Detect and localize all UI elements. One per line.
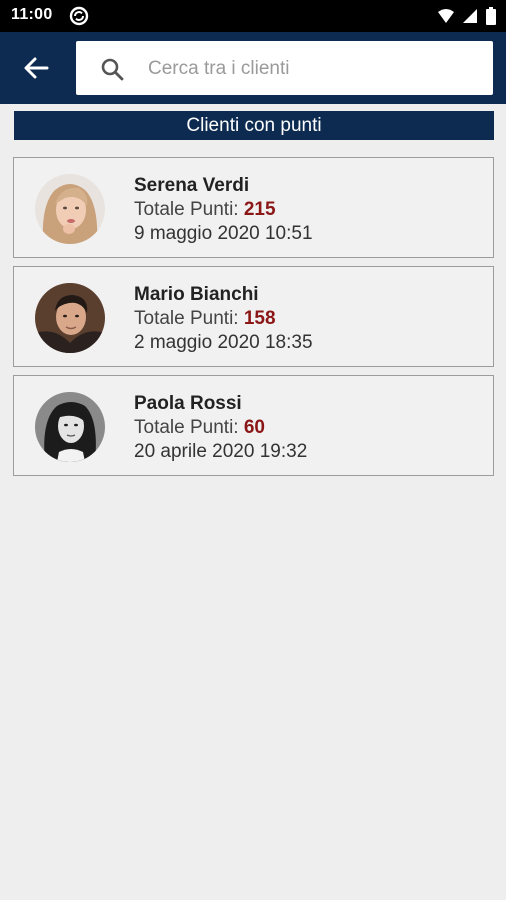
avatar-photo bbox=[35, 392, 105, 462]
search-input[interactable] bbox=[146, 49, 480, 89]
avatar-photo bbox=[35, 283, 105, 353]
status-bar: 11:00 bbox=[0, 0, 506, 32]
client-info: Mario Bianchi Totale Punti: 158 2 maggio… bbox=[134, 283, 313, 355]
status-icons bbox=[437, 7, 496, 25]
client-date: 20 aprile 2020 19:32 bbox=[134, 441, 308, 462]
points-row: Totale Punti: 60 bbox=[134, 416, 307, 440]
wifi-icon bbox=[437, 9, 454, 23]
avatar bbox=[35, 174, 105, 244]
points-label: Totale Punti: bbox=[134, 308, 244, 329]
client-name: Mario Bianchi bbox=[134, 284, 259, 305]
client-info: Serena Verdi Totale Punti: 215 9 maggio … bbox=[134, 174, 313, 246]
arrow-left-icon bbox=[24, 57, 49, 79]
avatar bbox=[35, 392, 105, 462]
client-card[interactable]: Paola Rossi Totale Punti: 60 20 aprile 2… bbox=[13, 375, 494, 476]
points-label: Totale Punti: bbox=[134, 199, 244, 220]
search-box[interactable] bbox=[76, 41, 493, 95]
app-bar bbox=[0, 32, 506, 104]
points-value: 215 bbox=[243, 199, 276, 220]
client-list: Serena Verdi Totale Punti: 215 9 maggio … bbox=[13, 157, 494, 484]
search-icon bbox=[101, 58, 124, 81]
points-value: 158 bbox=[243, 308, 276, 329]
avatar-photo bbox=[35, 174, 105, 244]
points-row: Totale Punti: 215 bbox=[134, 198, 313, 222]
points-row: Totale Punti: 158 bbox=[134, 307, 313, 331]
avatar bbox=[35, 283, 105, 353]
client-card[interactable]: Serena Verdi Totale Punti: 215 9 maggio … bbox=[13, 157, 494, 258]
status-time: 11:00 bbox=[11, 6, 53, 23]
points-value: 60 bbox=[243, 417, 265, 438]
at-sync-icon bbox=[69, 6, 89, 26]
points-label: Totale Punti: bbox=[134, 417, 244, 438]
section-title: Clienti con punti bbox=[14, 111, 494, 140]
back-button[interactable] bbox=[14, 50, 58, 86]
signal-icon bbox=[462, 9, 477, 23]
client-name: Paola Rossi bbox=[134, 393, 242, 414]
client-info: Paola Rossi Totale Punti: 60 20 aprile 2… bbox=[134, 392, 307, 464]
client-name: Serena Verdi bbox=[134, 175, 250, 196]
client-date: 2 maggio 2020 18:35 bbox=[134, 332, 313, 353]
battery-icon bbox=[486, 7, 496, 25]
client-date: 9 maggio 2020 10:51 bbox=[134, 223, 313, 244]
client-card[interactable]: Mario Bianchi Totale Punti: 158 2 maggio… bbox=[13, 266, 494, 367]
